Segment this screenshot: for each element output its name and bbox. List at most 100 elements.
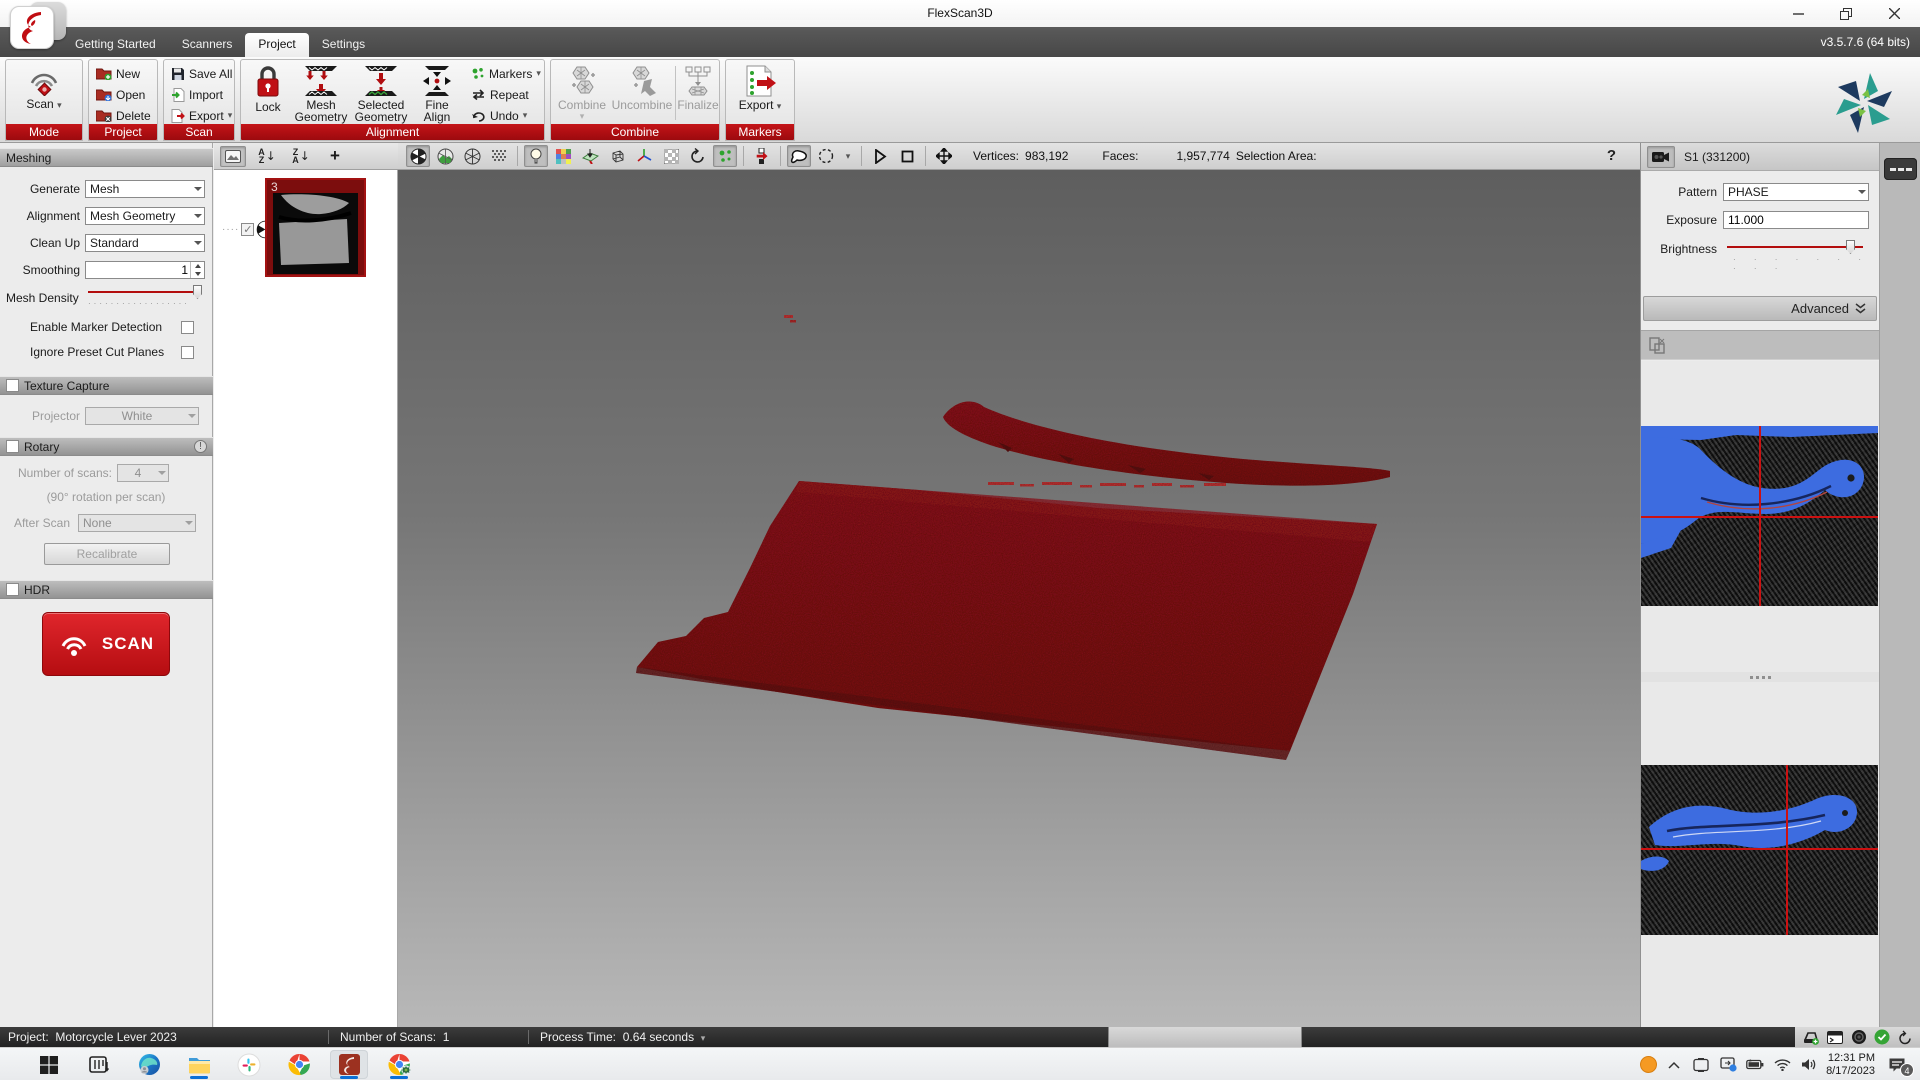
exposure-input[interactable] <box>1723 211 1869 229</box>
chrome-profile2-icon[interactable] <box>380 1050 418 1079</box>
axis-button[interactable] <box>632 145 656 167</box>
density-slider-thumb[interactable] <box>193 285 202 299</box>
generate-dropdown[interactable]: Mesh <box>85 180 205 198</box>
tab-project[interactable]: Project <box>245 33 309 57</box>
start-button[interactable] <box>30 1050 68 1079</box>
scan-mode-button[interactable]: Scan ▾ <box>12 64 76 111</box>
recalibrate-button[interactable]: Recalibrate <box>44 543 170 565</box>
chrome-icon[interactable] <box>280 1050 318 1079</box>
close-button[interactable] <box>1872 0 1916 27</box>
marker-detection-checkbox[interactable] <box>181 320 194 334</box>
brightness-slider-thumb[interactable] <box>1846 240 1855 254</box>
pattern-dropdown[interactable]: PHASE <box>1723 183 1869 201</box>
tray-app-icon[interactable] <box>1640 1056 1658 1073</box>
tray-wifi-icon[interactable] <box>1772 1053 1792 1077</box>
scan-list[interactable]: ···· ✓ 3 <box>214 170 398 1027</box>
rotary-scans-dropdown[interactable]: 4 <box>117 464 169 482</box>
sort-az-button[interactable]: A Z ↓ <box>254 146 280 167</box>
cut-planes-checkbox[interactable] <box>181 345 194 359</box>
help-icon[interactable]: ? <box>1607 147 1616 164</box>
circle-select-button[interactable] <box>814 145 838 167</box>
tray-tablet-icon[interactable] <box>1691 1053 1711 1077</box>
console-icon[interactable] <box>1827 1030 1843 1044</box>
smoothing-up-icon[interactable] <box>191 262 204 270</box>
marker-tool-button[interactable] <box>750 145 774 167</box>
texture-toggle-button[interactable] <box>551 145 575 167</box>
show-markers-button[interactable] <box>713 145 737 167</box>
save-all-button[interactable]: Save All <box>171 65 232 82</box>
fit-view-icon[interactable] <box>1649 337 1667 355</box>
tab-scanners[interactable]: Scanners <box>169 33 246 57</box>
camera-preview-1[interactable] <box>1641 426 1878 606</box>
camera-preview-2[interactable] <box>1641 765 1878 935</box>
notification-center-button[interactable]: 4 <box>1882 1052 1914 1078</box>
density-slider[interactable] <box>88 284 202 300</box>
cut-plane-button[interactable] <box>578 145 602 167</box>
scan-item-checkbox[interactable]: ✓ <box>241 223 255 236</box>
task-view-button[interactable] <box>80 1050 118 1079</box>
restore-button[interactable] <box>1824 0 1868 27</box>
delete-project-button[interactable]: Delete <box>96 107 151 124</box>
lasso-select-button[interactable] <box>787 145 811 167</box>
scan-thumbnail[interactable]: 3 <box>265 178 366 277</box>
camera-button[interactable] <box>1647 145 1675 168</box>
open-project-button[interactable]: Open <box>96 86 145 103</box>
selection-mask-button[interactable] <box>659 145 683 167</box>
sort-za-button[interactable]: Z A ↓ <box>288 146 314 167</box>
lock-button[interactable]: Lock <box>247 65 289 113</box>
play-button[interactable] <box>868 145 892 167</box>
rotate-view-button[interactable] <box>686 145 710 167</box>
export-markers-button[interactable]: Export ▾ <box>731 65 789 112</box>
bounding-box-button[interactable] <box>605 145 629 167</box>
viewport-canvas[interactable] <box>398 170 1640 1027</box>
add-scanner-icon[interactable] <box>1803 1030 1820 1045</box>
selected-geometry-align-button[interactable]: Selected Geometry <box>353 65 409 123</box>
app-logo-icon[interactable] <box>10 2 68 49</box>
textured-mesh-view-button[interactable] <box>433 145 457 167</box>
rotary-checkbox[interactable] <box>6 440 19 453</box>
cleanup-dropdown[interactable]: Standard <box>85 234 205 252</box>
new-project-button[interactable]: New <box>96 65 140 82</box>
refresh-icon[interactable] <box>1898 1030 1913 1045</box>
stop-button[interactable] <box>895 145 919 167</box>
smoothing-input[interactable] <box>86 262 188 278</box>
file-explorer-icon[interactable] <box>180 1050 218 1079</box>
thumbnail-view-button[interactable] <box>220 145 246 167</box>
scan-button[interactable]: SCAN <box>42 612 170 676</box>
edge-icon[interactable] <box>130 1050 168 1079</box>
slack-icon[interactable] <box>230 1050 268 1079</box>
hdr-checkbox[interactable] <box>6 583 19 596</box>
flexscan3d-taskbar-icon[interactable] <box>330 1050 368 1079</box>
after-scan-dropdown[interactable]: None <box>78 514 196 532</box>
uncombine-button[interactable]: Uncombine <box>611 65 673 111</box>
minimize-button[interactable] <box>1776 0 1820 27</box>
markers-align-button[interactable]: Markers ▾ <box>471 65 541 82</box>
tab-settings[interactable]: Settings <box>309 33 378 57</box>
camera-lens-icon[interactable] <box>1851 1029 1867 1045</box>
finalize-button[interactable]: Finalize <box>677 65 719 111</box>
status-process-time[interactable]: Process Time: 0.64 seconds ▾ <box>540 1027 705 1047</box>
repeat-button[interactable]: Repeat <box>471 86 529 103</box>
texture-capture-checkbox[interactable] <box>6 379 19 392</box>
preview-splitter-handle[interactable] <box>1641 672 1879 682</box>
smoothing-spinner[interactable] <box>85 261 205 279</box>
mesh-geometry-align-button[interactable]: Mesh Geometry <box>293 65 349 123</box>
undo-button[interactable]: Undo ▾ <box>471 107 527 124</box>
export-scan-button[interactable]: Export ▾ <box>171 107 232 124</box>
advanced-button[interactable]: Advanced <box>1643 296 1877 321</box>
select-mode-caret[interactable]: ▾ <box>841 145 855 167</box>
brightness-slider[interactable] <box>1727 239 1863 255</box>
fine-align-button[interactable]: Fine Align <box>411 65 463 123</box>
tab-getting-started[interactable]: Getting Started <box>62 33 169 57</box>
pan-button[interactable] <box>932 145 956 167</box>
tray-battery-icon[interactable] <box>1745 1053 1765 1077</box>
shaded-mesh-view-button[interactable] <box>406 145 430 167</box>
add-scan-button[interactable]: + <box>322 146 348 167</box>
alignment-dropdown[interactable]: Mesh Geometry <box>85 207 205 225</box>
tray-clock[interactable]: 12:31 PM 8/17/2023 <box>1826 1052 1875 1078</box>
docked-panel-handle[interactable] <box>1884 158 1917 180</box>
smoothing-down-icon[interactable] <box>191 270 204 278</box>
tray-chevron-up-icon[interactable] <box>1664 1053 1684 1077</box>
point-cloud-view-button[interactable] <box>487 145 511 167</box>
tray-display-share-icon[interactable] <box>1718 1053 1738 1077</box>
